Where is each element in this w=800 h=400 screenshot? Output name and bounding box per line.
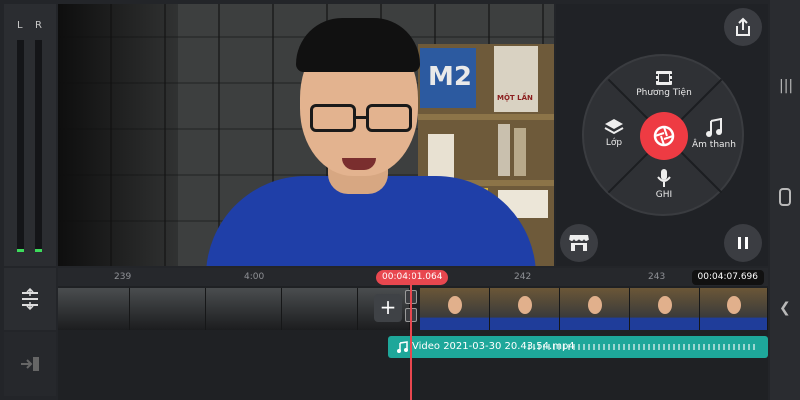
video-editor: L R M2 MỘT LẦN Phương Tiện Lớp Âm thanh … — [0, 0, 800, 400]
layer-label: Lớp — [605, 138, 623, 148]
playhead[interactable] — [410, 274, 412, 400]
pause-button[interactable] — [724, 224, 762, 262]
total-duration: 00:04:07.696 — [691, 270, 764, 285]
timeline[interactable]: 239 4:00 241 242 243 00:04:01.064 00:04:… — [58, 268, 768, 400]
jump-start-icon — [21, 357, 39, 371]
clip-thumbnail[interactable] — [58, 288, 130, 330]
clip-thumbnail[interactable] — [130, 288, 206, 330]
audio-clip-name: Video 2021-03-30 20.43.54.mp4 — [412, 341, 575, 352]
glasses — [310, 104, 356, 132]
add-transition-button[interactable]: + — [374, 294, 402, 322]
audio-level-meter: L R — [4, 4, 56, 266]
clip-thumbnail[interactable] — [490, 288, 560, 330]
record-voice-button[interactable]: GHI — [644, 168, 684, 200]
ruler-tick: 242 — [514, 272, 532, 282]
clip-thumbnail[interactable] — [420, 288, 490, 330]
control-panel: Phương Tiện Lớp Âm thanh GHI — [556, 4, 768, 266]
audio-label: Âm thanh — [692, 140, 736, 150]
poster: M2 — [420, 48, 476, 108]
current-time: 00:04:01.064 — [376, 270, 449, 285]
ruler-tick: 239 — [114, 272, 132, 282]
layer-button[interactable]: Lớp — [596, 118, 632, 148]
home-icon[interactable] — [779, 188, 791, 206]
clip-thumbnail[interactable] — [560, 288, 630, 330]
audio-button[interactable]: Âm thanh — [690, 118, 738, 150]
share-button[interactable] — [724, 8, 762, 46]
store-icon — [568, 235, 590, 251]
camera-shutter-icon — [653, 125, 675, 147]
microphone-icon — [657, 169, 671, 187]
meter-left-bar — [17, 40, 24, 252]
media-icon — [656, 71, 672, 85]
recent-apps-icon[interactable]: ||| — [779, 78, 793, 94]
time-ruler[interactable]: 239 4:00 241 242 243 00:04:01.064 00:04:… — [58, 268, 768, 286]
asset-store-button[interactable] — [560, 224, 598, 262]
clip-thumbnail[interactable] — [700, 288, 768, 330]
share-icon — [736, 17, 750, 36]
music-note-icon — [397, 341, 408, 353]
capture-button[interactable] — [640, 112, 688, 160]
record-voice-label: GHI — [655, 190, 673, 200]
meter-right-label: R — [35, 20, 42, 31]
clip-thumbnail[interactable] — [206, 288, 282, 330]
meter-left-label: L — [17, 20, 23, 31]
back-icon[interactable]: ❮ — [779, 300, 791, 316]
ruler-tick: 243 — [648, 272, 666, 282]
video-preview[interactable]: M2 MỘT LẦN — [58, 4, 554, 266]
timeline-adjust-button[interactable] — [4, 268, 56, 330]
pause-icon — [738, 237, 748, 249]
ruler-tick: 4:00 — [244, 272, 265, 282]
audio-clip[interactable]: Video 2021-03-30 20.43.54.mp4 — [388, 336, 768, 358]
system-nav-strip: ||| ❮ — [770, 0, 800, 400]
meter-right-bar — [35, 40, 42, 252]
media-button[interactable]: Phương Tiện — [636, 70, 692, 98]
layers-icon — [604, 119, 624, 135]
action-wheel: Phương Tiện Lớp Âm thanh GHI — [582, 54, 744, 216]
media-label: Phương Tiện — [636, 88, 692, 98]
plus-icon: + — [379, 295, 397, 319]
book-cover: MỘT LẦN — [494, 46, 538, 112]
clip-thumbnail[interactable] — [282, 288, 358, 330]
jump-to-start-button[interactable] — [4, 332, 56, 396]
timeline-adjust-icon — [22, 288, 38, 310]
music-note-icon — [706, 118, 722, 137]
clip-thumbnail[interactable] — [630, 288, 700, 330]
